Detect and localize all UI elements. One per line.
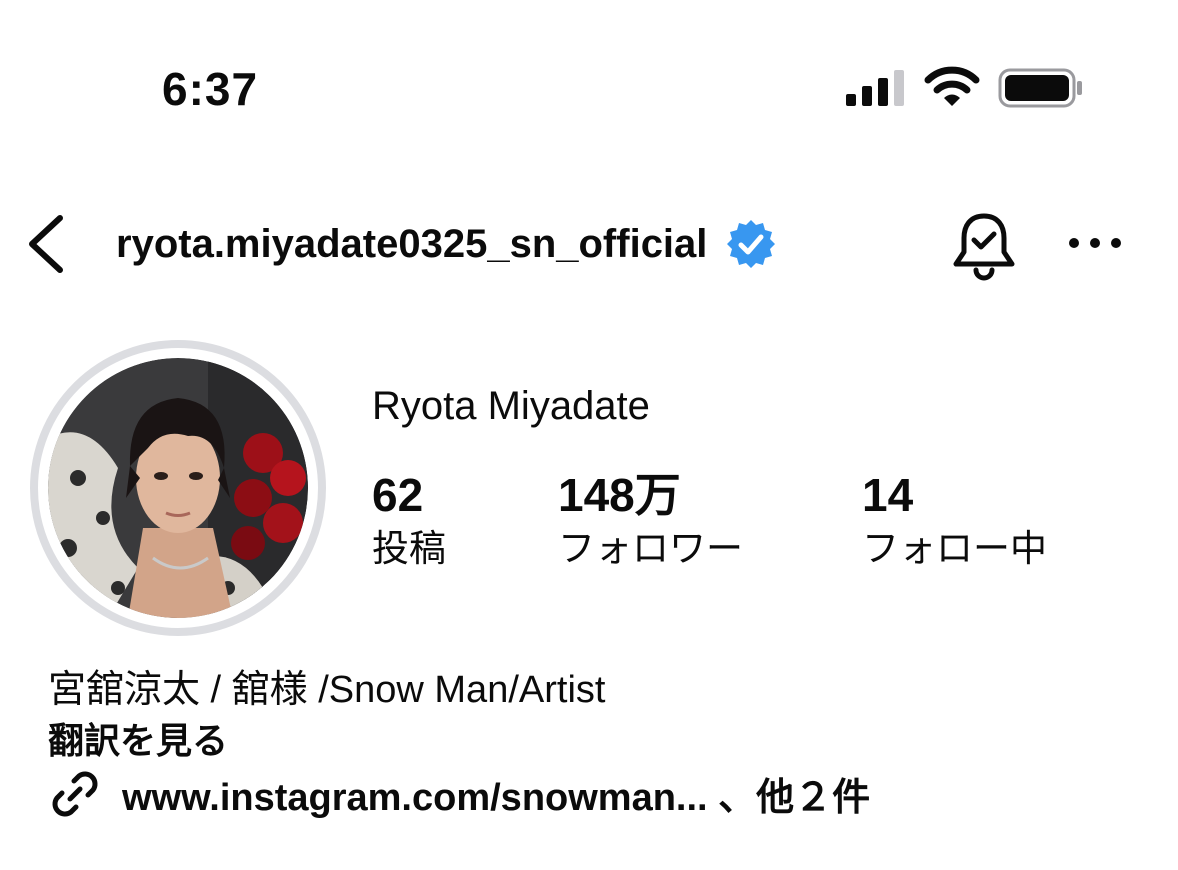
posts-count: 62 bbox=[372, 469, 424, 521]
more-options-icon[interactable] bbox=[1066, 226, 1124, 260]
followers-stat[interactable]: 148万 フォロワー bbox=[558, 470, 743, 569]
following-label: フォロー中 bbox=[862, 527, 1047, 569]
status-time: 6:37 bbox=[162, 63, 259, 115]
notification-bell-icon[interactable] bbox=[950, 210, 1018, 282]
following-stat[interactable]: 14 フォロー中 bbox=[862, 470, 1047, 569]
display-name: Ryota Miyadate bbox=[372, 384, 650, 428]
chevron-left-icon[interactable] bbox=[24, 212, 68, 276]
verified-badge-icon bbox=[727, 220, 776, 268]
wifi-icon bbox=[924, 66, 980, 106]
followers-label: フォロワー bbox=[558, 527, 743, 569]
followers-count: 148万 bbox=[558, 469, 681, 521]
link-icon bbox=[52, 771, 98, 816]
posts-label: 投稿 bbox=[372, 527, 446, 569]
avatar-image bbox=[48, 358, 308, 618]
bio-text: 宮舘涼太 / 舘様 /Snow Man/Artist bbox=[48, 669, 606, 711]
cellular-signal-icon bbox=[846, 70, 904, 106]
username: ryota.miyadate0325_sn_official bbox=[116, 221, 708, 266]
external-link[interactable]: www.instagram.com/snowman... 、他２件 bbox=[48, 766, 870, 821]
profile-header: ryota.miyadate0325_sn_official bbox=[116, 218, 777, 270]
link-text: www.instagram.com/snowman... 、他２件 bbox=[122, 777, 871, 819]
battery-icon bbox=[998, 68, 1082, 108]
profile-avatar[interactable] bbox=[30, 340, 326, 636]
posts-stat[interactable]: 62 投稿 bbox=[372, 470, 446, 569]
following-count: 14 bbox=[862, 469, 914, 521]
translate-link[interactable]: 翻訳を見る bbox=[48, 712, 228, 764]
